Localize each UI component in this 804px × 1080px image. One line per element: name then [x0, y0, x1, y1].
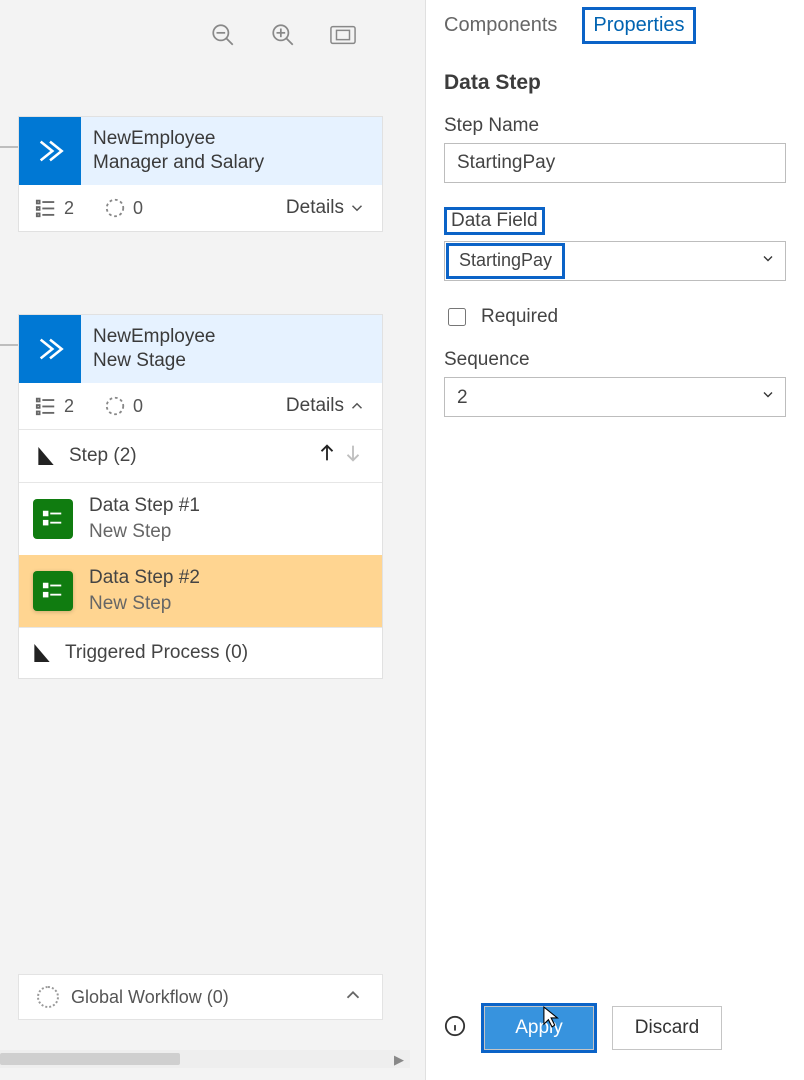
- stage-title: Manager and Salary: [93, 151, 264, 175]
- required-label: Required: [481, 306, 558, 328]
- details-toggle[interactable]: Details: [286, 197, 366, 219]
- tab-properties[interactable]: Properties: [585, 10, 692, 41]
- scrollbar-thumb[interactable]: [0, 1053, 180, 1065]
- zoom-out-button[interactable]: [210, 22, 236, 48]
- data-field-value: StartingPay: [446, 243, 565, 279]
- stage-card-new-stage[interactable]: NewEmployee New Stage 2 0 Details: [18, 314, 383, 679]
- required-checkbox[interactable]: [448, 308, 466, 326]
- step-name-label: Step Name: [444, 115, 786, 137]
- discard-button[interactable]: Discard: [612, 1006, 722, 1050]
- steps-count: 2: [35, 197, 74, 219]
- workflow-icon: [37, 986, 59, 1008]
- data-step-2[interactable]: Data Step #2 New Step: [19, 555, 382, 627]
- connector-line: [0, 344, 18, 346]
- triangle-icon: [34, 644, 49, 662]
- data-step-icon: [33, 571, 73, 611]
- move-step-down-button[interactable]: [342, 442, 364, 470]
- data-field-label: Data Field: [444, 207, 545, 235]
- trigger-count: 0: [104, 395, 143, 417]
- zoom-in-button[interactable]: [270, 22, 296, 48]
- stage-card-manager-salary[interactable]: NewEmployee Manager and Salary 2 0 Detai…: [18, 116, 383, 232]
- stage-chevron-icon: [19, 315, 81, 383]
- step-section-header[interactable]: Step (2): [19, 430, 382, 482]
- apply-button[interactable]: Apply: [484, 1006, 594, 1050]
- move-step-up-button[interactable]: [316, 442, 338, 470]
- chevron-up-icon: [342, 984, 364, 1011]
- scroll-right-icon: ▶: [394, 1052, 404, 1068]
- triangle-icon: [38, 447, 53, 465]
- data-step-icon: [33, 499, 73, 539]
- stage-entity: NewEmployee: [93, 325, 216, 349]
- steps-count: 2: [35, 395, 74, 417]
- details-toggle[interactable]: Details: [286, 395, 366, 417]
- global-workflow-bar[interactable]: Global Workflow (0): [18, 974, 383, 1020]
- fit-to-screen-button[interactable]: [330, 22, 356, 48]
- sequence-select[interactable]: 2: [444, 377, 786, 417]
- stage-title: New Stage: [93, 349, 216, 373]
- sequence-label: Sequence: [444, 349, 786, 371]
- trigger-count: 0: [104, 197, 143, 219]
- panel-heading: Data Step: [444, 71, 786, 95]
- stage-entity: NewEmployee: [93, 127, 264, 151]
- info-icon: [444, 1015, 466, 1042]
- horizontal-scrollbar[interactable]: ▶: [0, 1050, 410, 1068]
- triggered-process-section[interactable]: Triggered Process (0): [19, 627, 382, 678]
- data-step-1[interactable]: Data Step #1 New Step: [19, 483, 382, 555]
- connector-line: [0, 146, 18, 148]
- stage-chevron-icon: [19, 117, 81, 185]
- tab-components[interactable]: Components: [436, 10, 565, 41]
- step-name-input[interactable]: [444, 143, 786, 183]
